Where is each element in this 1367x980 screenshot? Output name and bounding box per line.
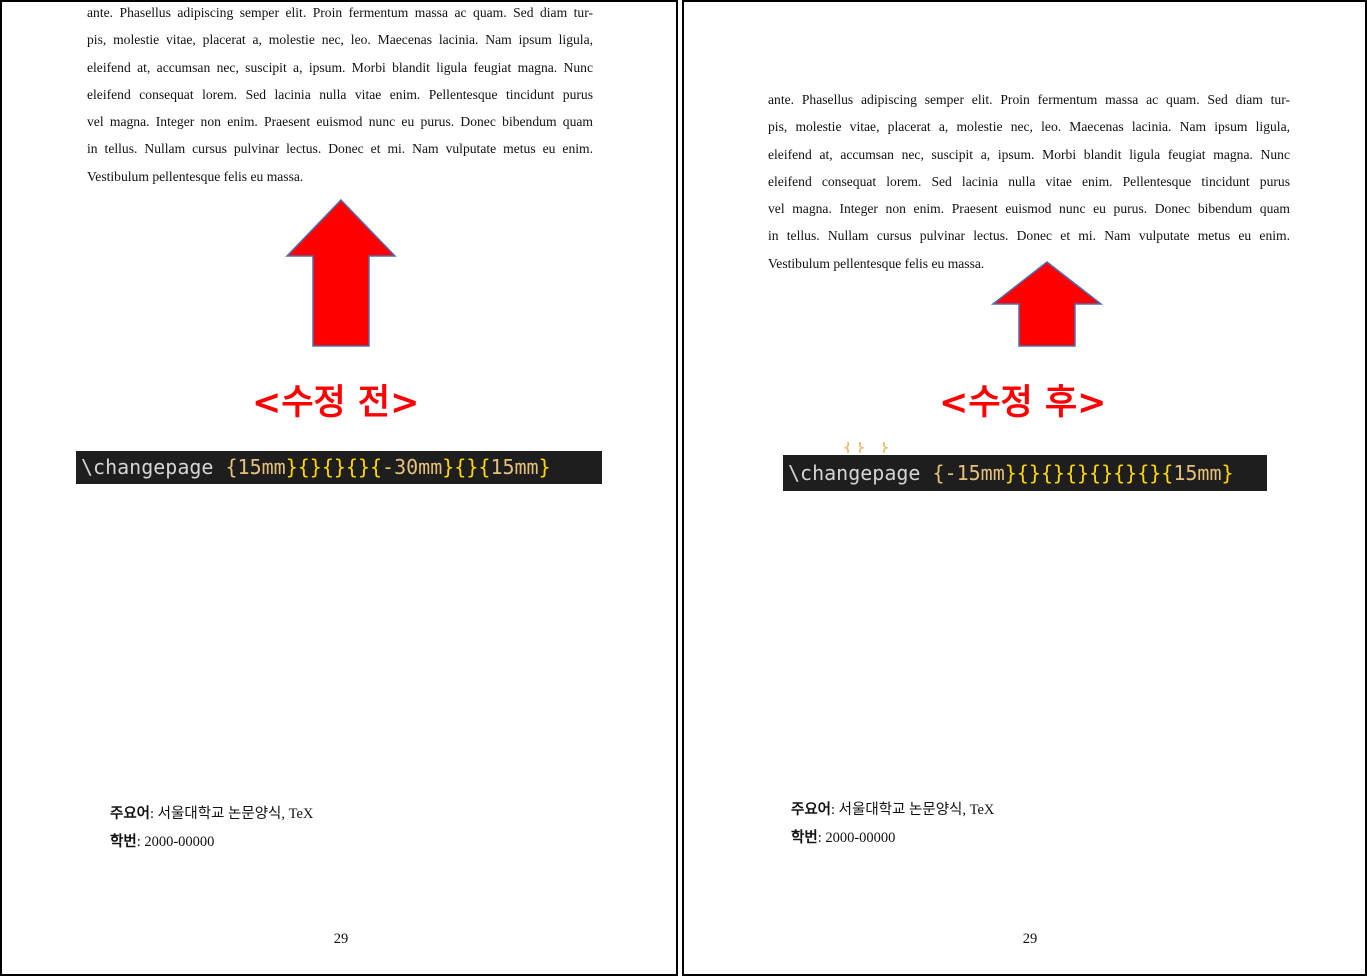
student-id-line: 학번: 2000-00000 [791,824,994,852]
body-line: vel magna. Integer non enim. Praesent eu… [768,201,1290,217]
keywords-line: 주요어: 서울대학교 논문양식, TeX [110,800,313,828]
student-id-line: 학번: 2000-00000 [110,828,313,856]
caption-after: <수정 후> [939,383,1107,423]
body-paragraph: ante. Phasellus adipiscing semper elit. … [87,0,593,190]
code-arg: {-15mm [932,461,1005,485]
student-id-value: : 2000-00000 [136,834,215,850]
body-line: eleifend at, accumsan nec, suscipit a, i… [87,59,593,75]
code-braces: }{}{}{}{ [285,455,383,479]
code-brace-end: } [538,455,551,479]
code-arg: 15mm [490,455,539,479]
code-arg: -30mm [382,455,443,479]
keywords-value: : 서울대학교 논문양식, TeX [150,806,314,822]
body-line: ante. Phasellus adipiscing semper elit. … [768,92,1290,107]
body-line: pis, molestie vitae, placerat a, molesti… [87,32,593,48]
keywords-label: 주요어 [791,802,832,818]
body-line: eleifend consequat lorem. Sed lacinia nu… [87,86,593,102]
body-line: Vestibulum pellentesque felis eu massa. [87,168,304,184]
body-line: eleifend consequat lorem. Sed lacinia nu… [768,173,1290,189]
up-arrow-icon [285,198,397,347]
code-arg: 15mm [1173,461,1222,485]
student-id-label: 학번 [110,834,137,850]
code-snippet-after: \changepage {-15mm}{}{}{}{}{}{}{15mm} [783,455,1267,491]
page-number: 29 [1022,931,1038,947]
code-command: \changepage [788,461,921,485]
code-brace-end: } [1221,461,1234,485]
student-id-value: : 2000-00000 [817,830,896,846]
body-line: ante. Phasellus adipiscing semper elit. … [87,5,593,20]
page-after: ante. Phasellus adipiscing semper elit. … [682,0,1367,976]
keywords-value: : 서울대학교 논문양식, TeX [831,802,995,818]
student-id-label: 학번 [791,830,818,846]
body-line: pis, molestie vitae, placerat a, molesti… [768,119,1290,135]
code-braces: }{}{}{}{}{}{}{ [1004,461,1174,485]
body-line: vel magna. Integer non enim. Praesent eu… [87,114,593,130]
body-line: in tellus. Nullam cursus pulvinar lectus… [768,228,1290,244]
caption-before: <수정 전> [252,383,420,423]
up-arrow-icon [990,261,1104,347]
body-paragraph: ante. Phasellus adipiscing semper elit. … [768,86,1290,277]
code-braces: }{}{ [442,455,491,479]
keywords-line: 주요어: 서울대학교 논문양식, TeX [791,796,994,824]
code-arg: {15mm [225,455,286,479]
page-number: 29 [333,931,349,947]
code-command: \changepage [81,455,214,479]
keywords-label: 주요어 [110,806,151,822]
page-before: ante. Phasellus adipiscing semper elit. … [0,0,678,976]
metadata-block: 주요어: 서울대학교 논문양식, TeX 학번: 2000-00000 [110,800,313,856]
code-fragment-above: {} } [842,442,942,453]
body-line: eleifend at, accumsan nec, suscipit a, i… [768,146,1290,162]
metadata-block: 주요어: 서울대학교 논문양식, TeX 학번: 2000-00000 [791,796,994,852]
code-snippet-before: \changepage {15mm}{}{}{}{-30mm}{}{15mm} [76,451,602,484]
body-line: in tellus. Nullam cursus pulvinar lectus… [87,141,593,157]
